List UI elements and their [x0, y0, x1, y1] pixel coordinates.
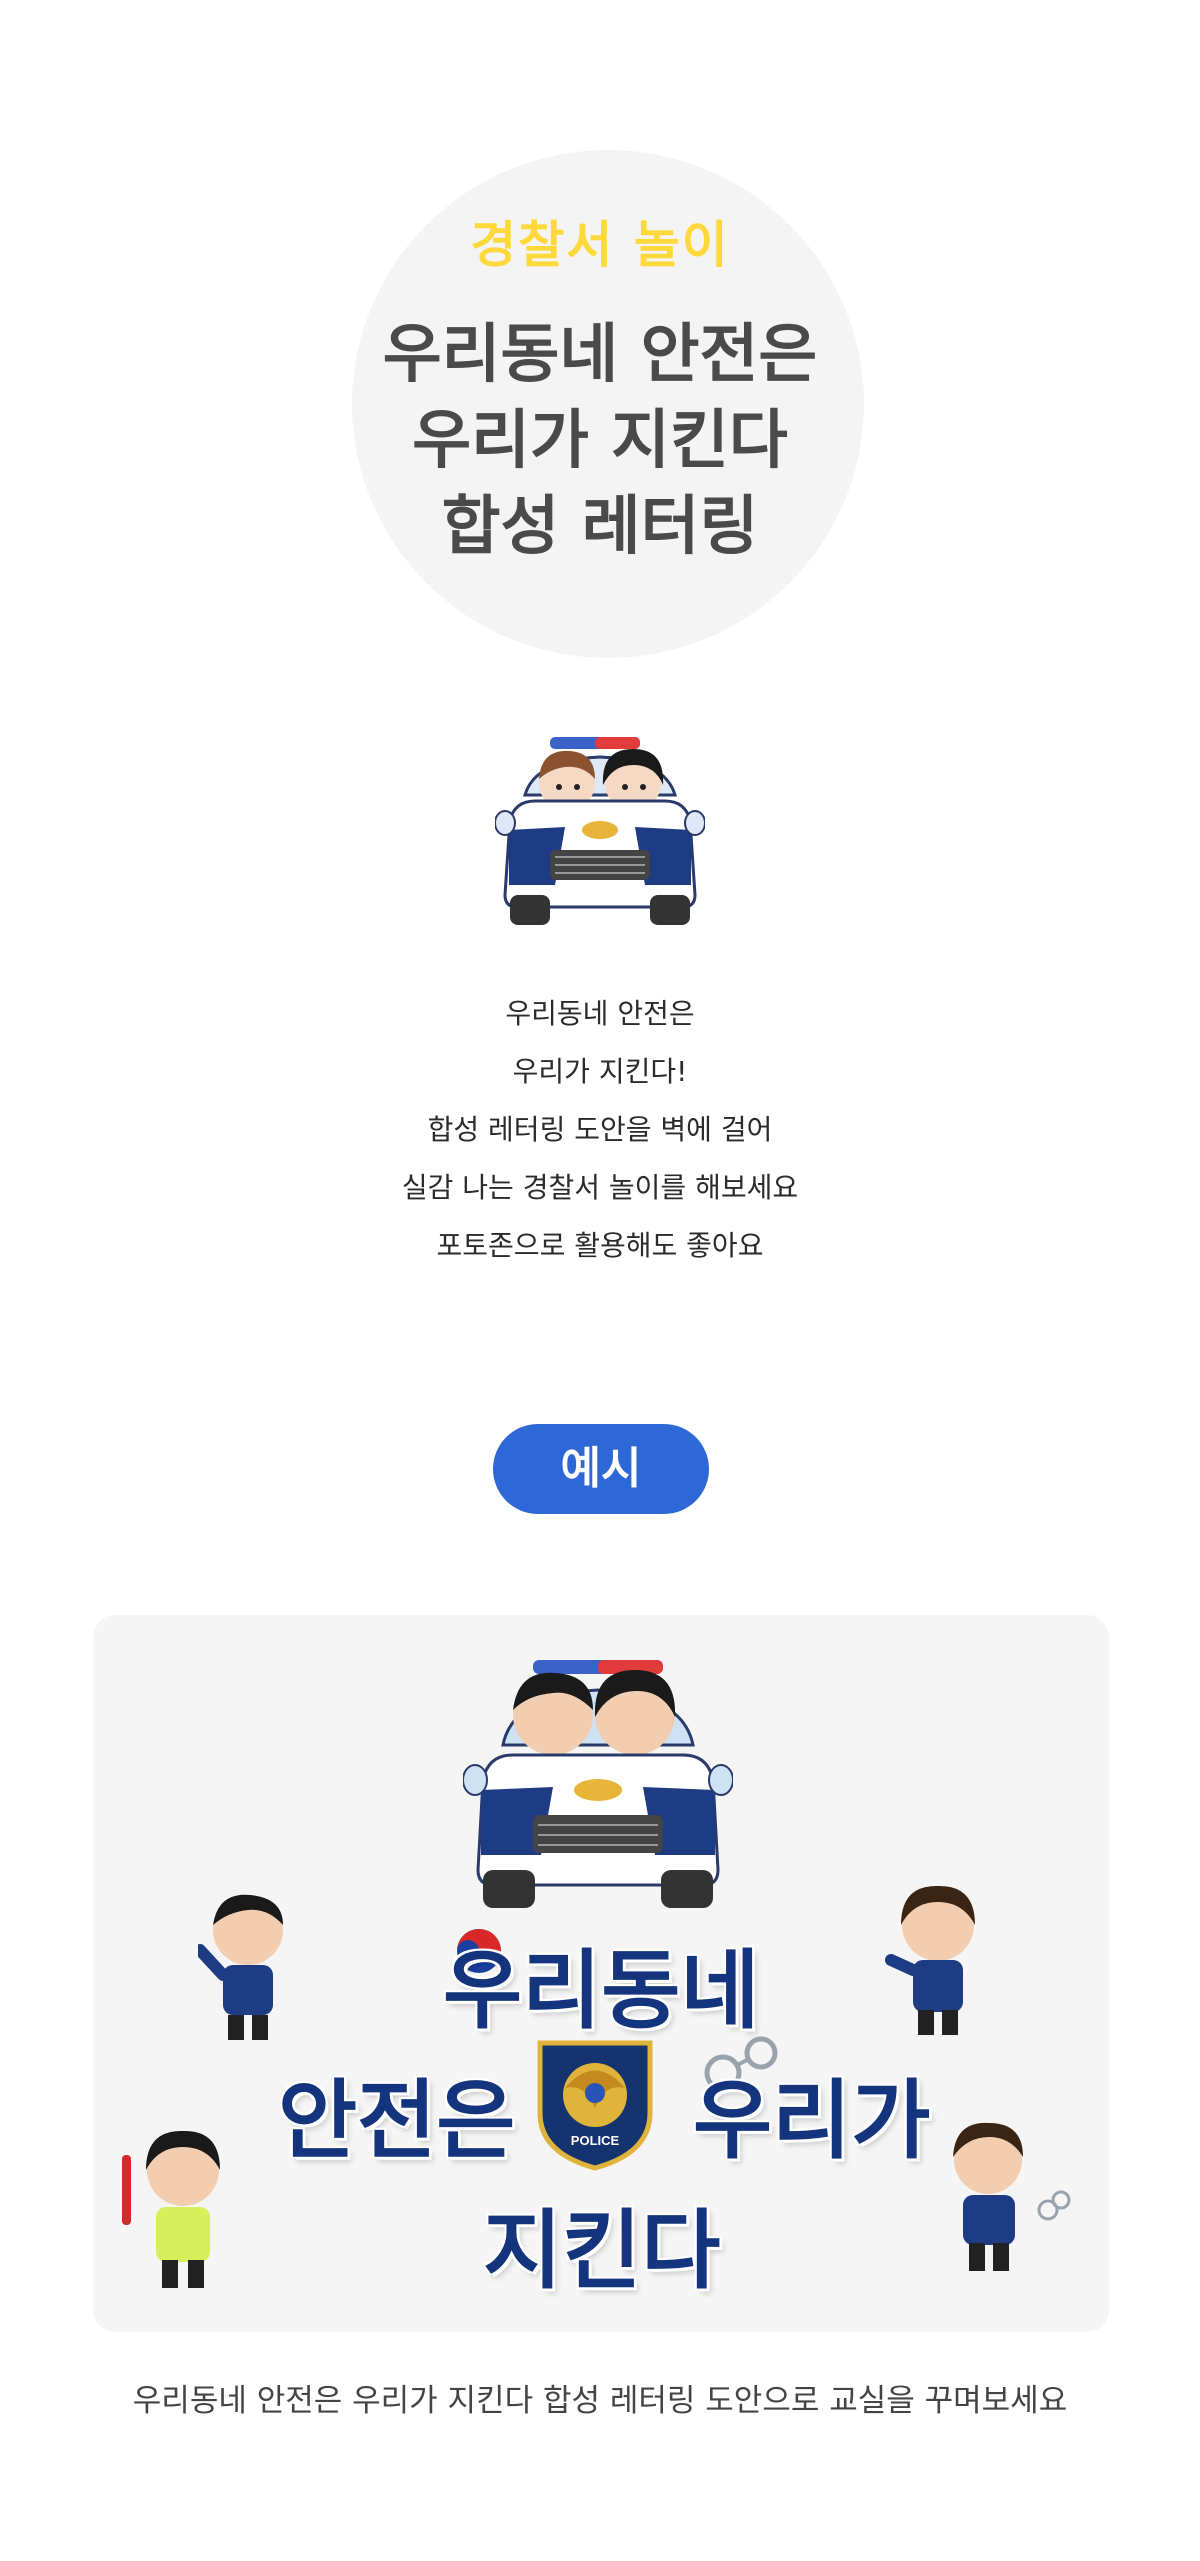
hero-subtitle: 경찰서 놀이: [470, 216, 730, 274]
hero-title-line: 우리가 지킨다: [412, 404, 788, 478]
lettering-line: 우리동네: [443, 1941, 760, 2041]
description-line: 합성 레터링 도안을 벽에 걸어: [427, 1113, 773, 1146]
police-badge-icon: POLICE: [537, 2040, 653, 2171]
hero-title-line: 합성 레터링: [441, 490, 759, 564]
police-car-photo-illustration: [463, 1660, 733, 1908]
description-line: 포토존으로 활용해도 좋아요: [436, 1229, 764, 1262]
kid-traffic-figure: [122, 2130, 220, 2288]
hero-title-line: 우리동네 안전은: [382, 318, 818, 392]
kid-police-figure: [198, 1894, 283, 2040]
lettering-line: 우리가: [693, 2071, 931, 2171]
lettering-line: 지킨다: [483, 2201, 721, 2301]
police-car-illustration: [495, 737, 705, 925]
example-caption: 우리동네 안전은 우리가 지킨다 합성 레터링 도안으로 교실을 꾸며보세요: [132, 2383, 1068, 2419]
description-line: 우리가 지킨다!: [512, 1055, 688, 1088]
police-badge-text: POLICE: [571, 2133, 620, 2148]
kid-police-figure: [885, 1885, 975, 2035]
description-line: 우리동네 안전은: [505, 997, 695, 1030]
description: 우리동네 안전은 우리가 지킨다! 합성 레터링 도안을 벽에 걸어 실감 나는…: [0, 985, 1200, 1275]
hero-title: 우리동네 안전은 우리가 지킨다 합성 레터링: [0, 312, 1200, 570]
kid-police-figure: [953, 2122, 1071, 2271]
example-button[interactable]: 예시: [493, 1424, 709, 1514]
example-image: 우리동네 안전은 POLICE 우리가 지킨다: [93, 1615, 1109, 2332]
lettering-line: 안전은: [278, 2071, 516, 2171]
description-line: 실감 나는 경찰서 놀이를 해보세요: [401, 1171, 799, 1204]
